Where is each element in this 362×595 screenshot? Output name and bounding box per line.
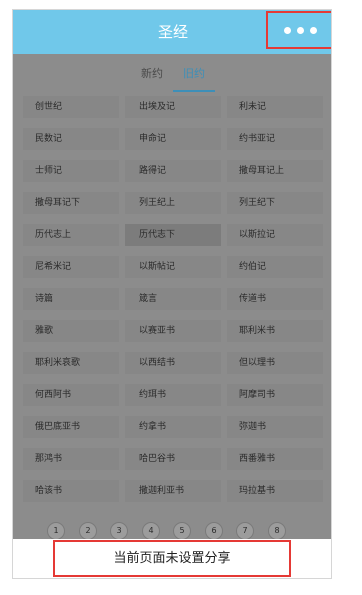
book-item[interactable]: 哈巴谷书: [125, 448, 221, 470]
page-number-button[interactable]: 2: [79, 522, 97, 540]
book-item[interactable]: 士师记: [23, 160, 119, 182]
active-tab-indicator: [173, 90, 215, 92]
book-item[interactable]: 西番雅书: [227, 448, 323, 470]
book-item[interactable]: 创世纪: [23, 96, 119, 118]
book-item[interactable]: 以西结书: [125, 352, 221, 374]
tab-old-testament[interactable]: 旧约: [183, 66, 205, 82]
book-item[interactable]: 民数记: [23, 128, 119, 150]
book-item[interactable]: 历代志上: [23, 224, 119, 246]
book-item[interactable]: 历代志下: [125, 224, 221, 246]
book-item[interactable]: 申命记: [125, 128, 221, 150]
more-dots-icon: [296, 26, 304, 34]
book-item[interactable]: 出埃及记: [125, 96, 221, 118]
book-item[interactable]: 箴言: [125, 288, 221, 310]
page-number-button[interactable]: 1: [47, 522, 65, 540]
book-item[interactable]: 撒迦利亚书: [125, 480, 221, 502]
page-number-button[interactable]: 7: [236, 522, 254, 540]
book-item[interactable]: 撒母耳记上: [227, 160, 323, 182]
page-number-button[interactable]: 4: [142, 522, 160, 540]
book-item[interactable]: 路得记: [125, 160, 221, 182]
book-item[interactable]: 弥迦书: [227, 416, 323, 438]
content-overlay: 新约 旧约 创世纪 出埃及记 利未记民数记 申命记 约书亚记士师记 路得记 撒母耳记上撒母耳…: [13, 54, 331, 540]
page-number-button[interactable]: 8: [268, 522, 286, 540]
more-button[interactable]: [266, 11, 331, 49]
pagination: 12345678: [13, 522, 331, 540]
share-notice: 当前页面未设置分享: [53, 540, 291, 577]
book-item[interactable]: 那鸿书: [23, 448, 119, 470]
page-number-button[interactable]: 5: [173, 522, 191, 540]
more-dots-icon: [283, 26, 291, 34]
book-item[interactable]: 何西阿书: [23, 384, 119, 406]
testament-tabs: 新约 旧约: [13, 62, 331, 92]
book-item[interactable]: 约拿书: [125, 416, 221, 438]
book-item[interactable]: 利未记: [227, 96, 323, 118]
book-item[interactable]: 耶利米哀歌: [23, 352, 119, 374]
book-item[interactable]: 以斯拉记: [227, 224, 323, 246]
book-item[interactable]: 以斯帖记: [125, 256, 221, 278]
book-item[interactable]: 约书亚记: [227, 128, 323, 150]
phone-frame: 圣经 新约 旧约 创世纪 出埃及记 利未记民数记 申命记 约书亚记士师记 路得记 撒母耳记上…: [12, 9, 332, 579]
book-item[interactable]: 俄巴底亚书: [23, 416, 119, 438]
share-bar: 当前页面未设置分享: [13, 539, 331, 578]
page-number-button[interactable]: 3: [110, 522, 128, 540]
book-item[interactable]: 耶利米书: [227, 320, 323, 342]
book-item[interactable]: 传道书: [227, 288, 323, 310]
book-item[interactable]: 但以理书: [227, 352, 323, 374]
book-item[interactable]: 列王纪上: [125, 192, 221, 214]
book-item[interactable]: 撒母耳记下: [23, 192, 119, 214]
book-item[interactable]: 列王纪下: [227, 192, 323, 214]
book-item[interactable]: 尼希米记: [23, 256, 119, 278]
more-dots-icon: [309, 26, 317, 34]
book-item[interactable]: 玛拉基书: [227, 480, 323, 502]
book-item[interactable]: 约伯记: [227, 256, 323, 278]
tab-new-testament[interactable]: 新约: [141, 66, 163, 82]
book-item[interactable]: 雅歌: [23, 320, 119, 342]
book-item[interactable]: 阿摩司书: [227, 384, 323, 406]
book-item[interactable]: 诗篇: [23, 288, 119, 310]
title-bar: 圣经: [13, 10, 331, 54]
book-item[interactable]: 哈该书: [23, 480, 119, 502]
page-number-button[interactable]: 6: [205, 522, 223, 540]
book-item[interactable]: 约珥书: [125, 384, 221, 406]
book-item[interactable]: 以赛亚书: [125, 320, 221, 342]
